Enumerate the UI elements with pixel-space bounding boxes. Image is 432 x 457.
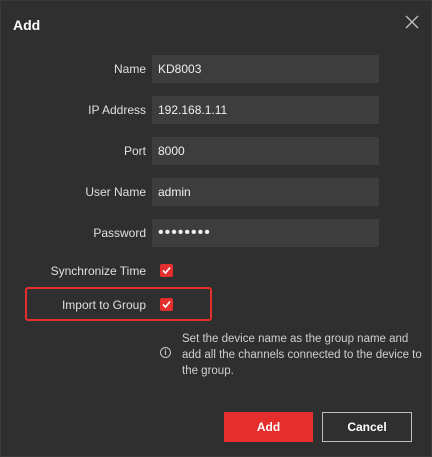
ip-address-row: IP Address [1, 96, 432, 124]
port-row: Port [1, 137, 432, 165]
ip-address-label: IP Address [88, 103, 146, 117]
add-button[interactable]: Add [224, 412, 313, 442]
ip-address-input[interactable] [152, 96, 379, 124]
import-to-group-label: Import to Group [61, 298, 146, 312]
import-to-group-checkbox[interactable] [160, 298, 173, 311]
close-icon[interactable] [405, 15, 419, 29]
info-icon: i [160, 347, 171, 358]
synchronize-time-row: Synchronize Time [1, 257, 432, 285]
port-label: Port [123, 144, 146, 158]
password-row: Password •••••••• [1, 219, 432, 247]
dialog-titlebar: Add [1, 1, 431, 45]
port-input[interactable] [152, 137, 379, 165]
check-icon [162, 266, 171, 275]
password-input[interactable]: •••••••• [152, 219, 379, 247]
user-name-row: User Name [1, 178, 432, 206]
name-row: Name [1, 55, 432, 83]
password-label: Password [93, 226, 146, 240]
user-name-input[interactable] [152, 178, 379, 206]
check-icon [162, 300, 171, 309]
synchronize-time-label: Synchronize Time [50, 264, 146, 278]
import-to-group-row: Import to Group [1, 291, 432, 319]
name-input[interactable] [152, 55, 379, 83]
cancel-button[interactable]: Cancel [322, 412, 412, 442]
add-device-dialog: Add Name IP Address Port User Name Passw… [0, 0, 432, 457]
name-label: Name [113, 62, 146, 76]
dialog-title: Add [13, 17, 41, 33]
synchronize-time-checkbox[interactable] [160, 264, 173, 277]
import-group-hint-text: Set the device name as the group name an… [182, 333, 422, 377]
user-name-label: User Name [85, 185, 146, 199]
